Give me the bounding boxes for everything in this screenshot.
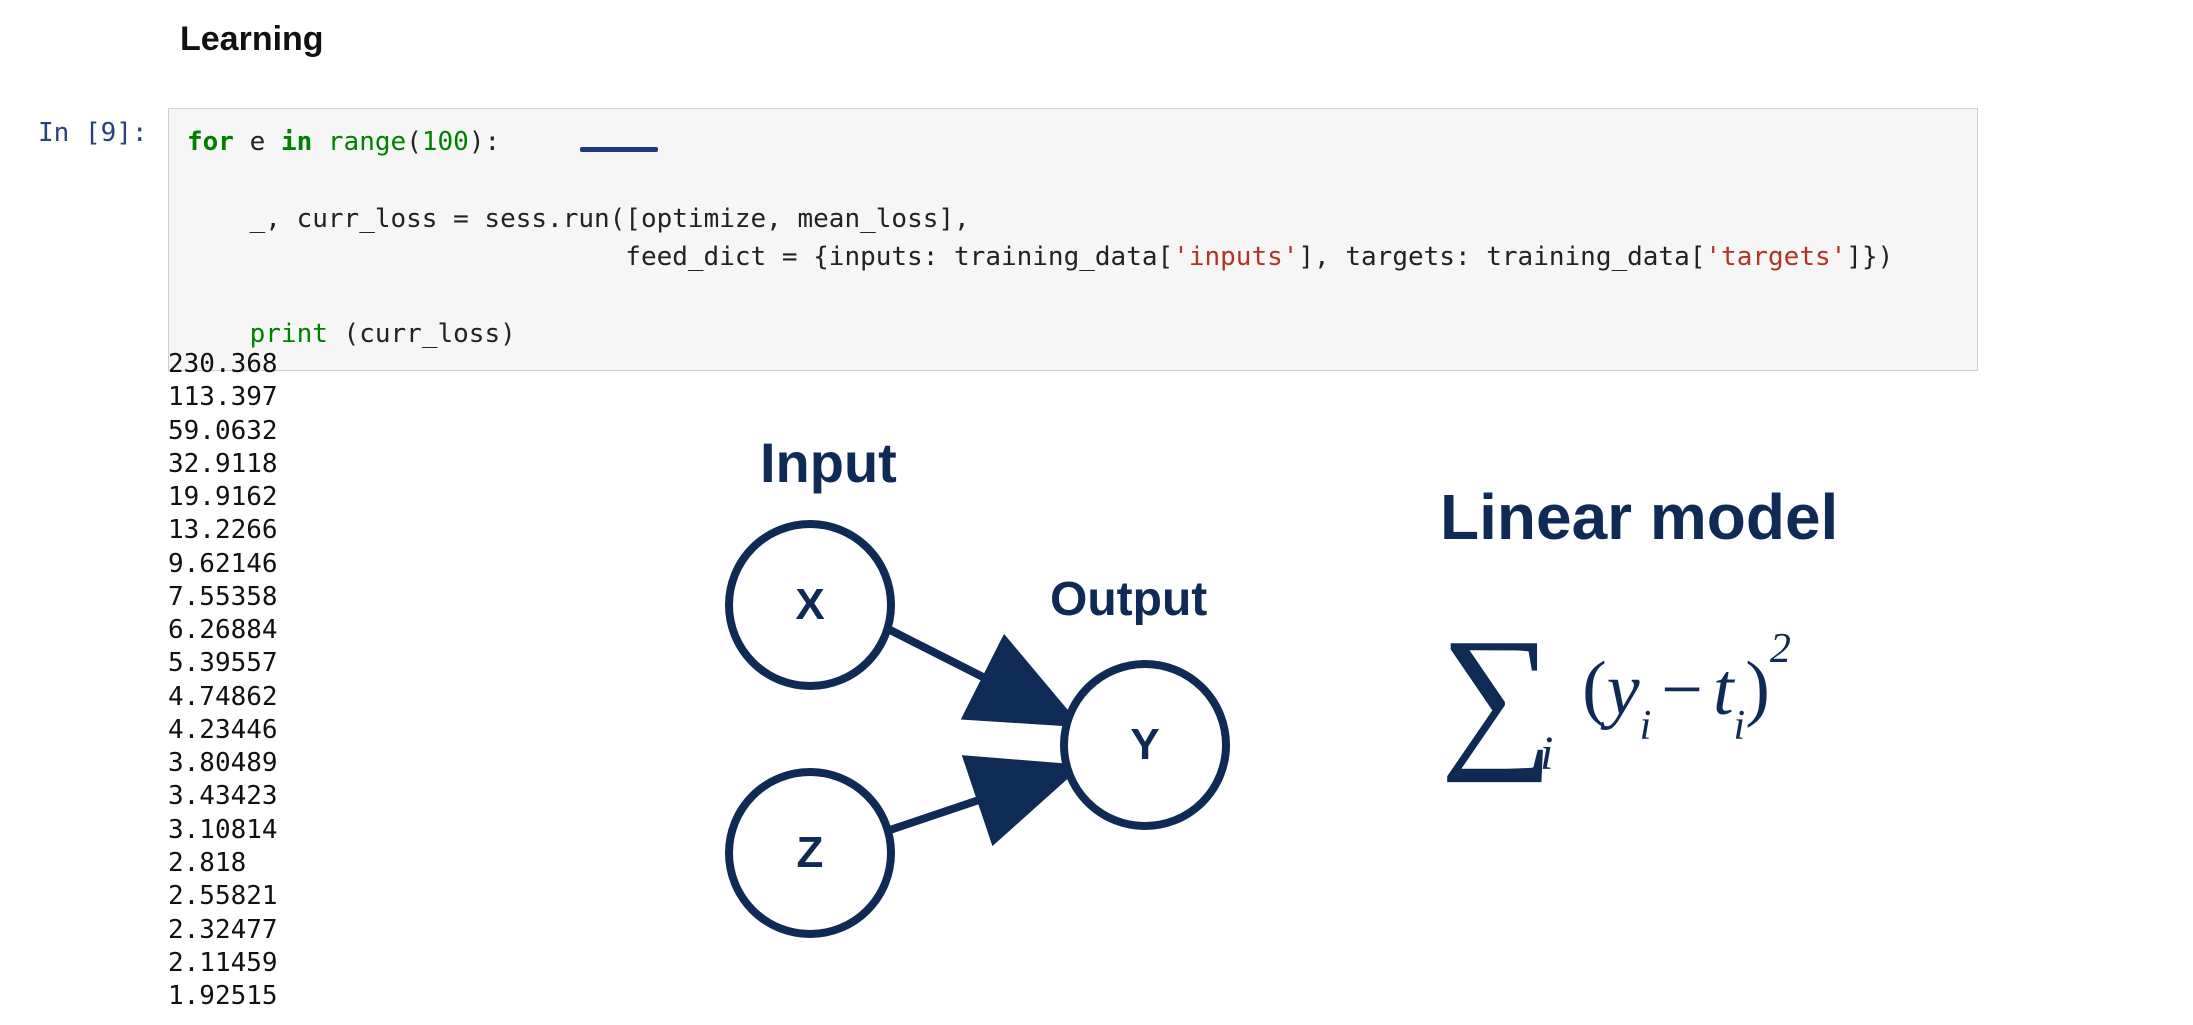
annotation-underline <box>580 147 658 152</box>
var-y-sub: i <box>1640 703 1652 749</box>
kw-for: for <box>187 127 234 157</box>
exponent-2: 2 <box>1770 626 1791 672</box>
code-text <box>312 127 328 157</box>
code-text: _, curr_loss = sess.run([optimize, mean_… <box>250 204 970 234</box>
sigma-glyph: ∑ <box>1440 605 1554 783</box>
network-diagram: Input Output X Z Y <box>680 410 1380 1010</box>
code-text: e <box>234 127 281 157</box>
code-cell[interactable]: for e in range(100): _, curr_loss = sess… <box>168 108 1978 371</box>
math-title: Linear model <box>1440 480 2080 554</box>
code-text: (curr_loss) <box>328 319 516 349</box>
code-text: ( <box>406 127 422 157</box>
paren-open: ( <box>1582 647 1607 729</box>
cell-output: 230.368 113.397 59.0632 32.9118 19.9162 … <box>168 348 278 1013</box>
num-100: 100 <box>422 127 469 157</box>
code-text: ): <box>469 127 500 157</box>
var-y: y <box>1607 649 1640 731</box>
var-t: t <box>1713 649 1734 731</box>
str-inputs: 'inputs' <box>1173 242 1298 272</box>
str-targets: 'targets' <box>1705 242 1846 272</box>
code-text: ]}) <box>1846 242 1893 272</box>
fn-print: print <box>250 319 328 349</box>
kw-in: in <box>281 127 312 157</box>
sigma-subscript: i <box>1540 730 1553 778</box>
math-block: Linear model ∑ i (yi−ti)2 <box>1440 480 2080 774</box>
cell-prompt: In [9]: <box>38 118 148 148</box>
formula-expression: (yi−ti)2 <box>1582 648 1791 741</box>
node-x: X <box>725 520 895 690</box>
code-text <box>187 204 250 234</box>
paren-close: ) <box>1745 647 1770 729</box>
fn-range: range <box>328 127 406 157</box>
node-y: Y <box>1060 660 1230 830</box>
loss-formula: ∑ i (yi−ti)2 <box>1440 614 2080 774</box>
section-heading: Learning <box>180 20 324 59</box>
node-z: Z <box>725 768 895 938</box>
var-t-sub: i <box>1734 703 1746 749</box>
code-text <box>187 319 250 349</box>
code-text: ], targets: training_data[ <box>1298 242 1705 272</box>
sigma-symbol: ∑ i <box>1440 614 1554 774</box>
page-root: Learning In [9]: for e in range(100): _,… <box>0 0 2193 1025</box>
code-text: feed_dict = {inputs: training_data[ <box>187 242 1173 272</box>
minus-sign: − <box>1651 649 1713 731</box>
